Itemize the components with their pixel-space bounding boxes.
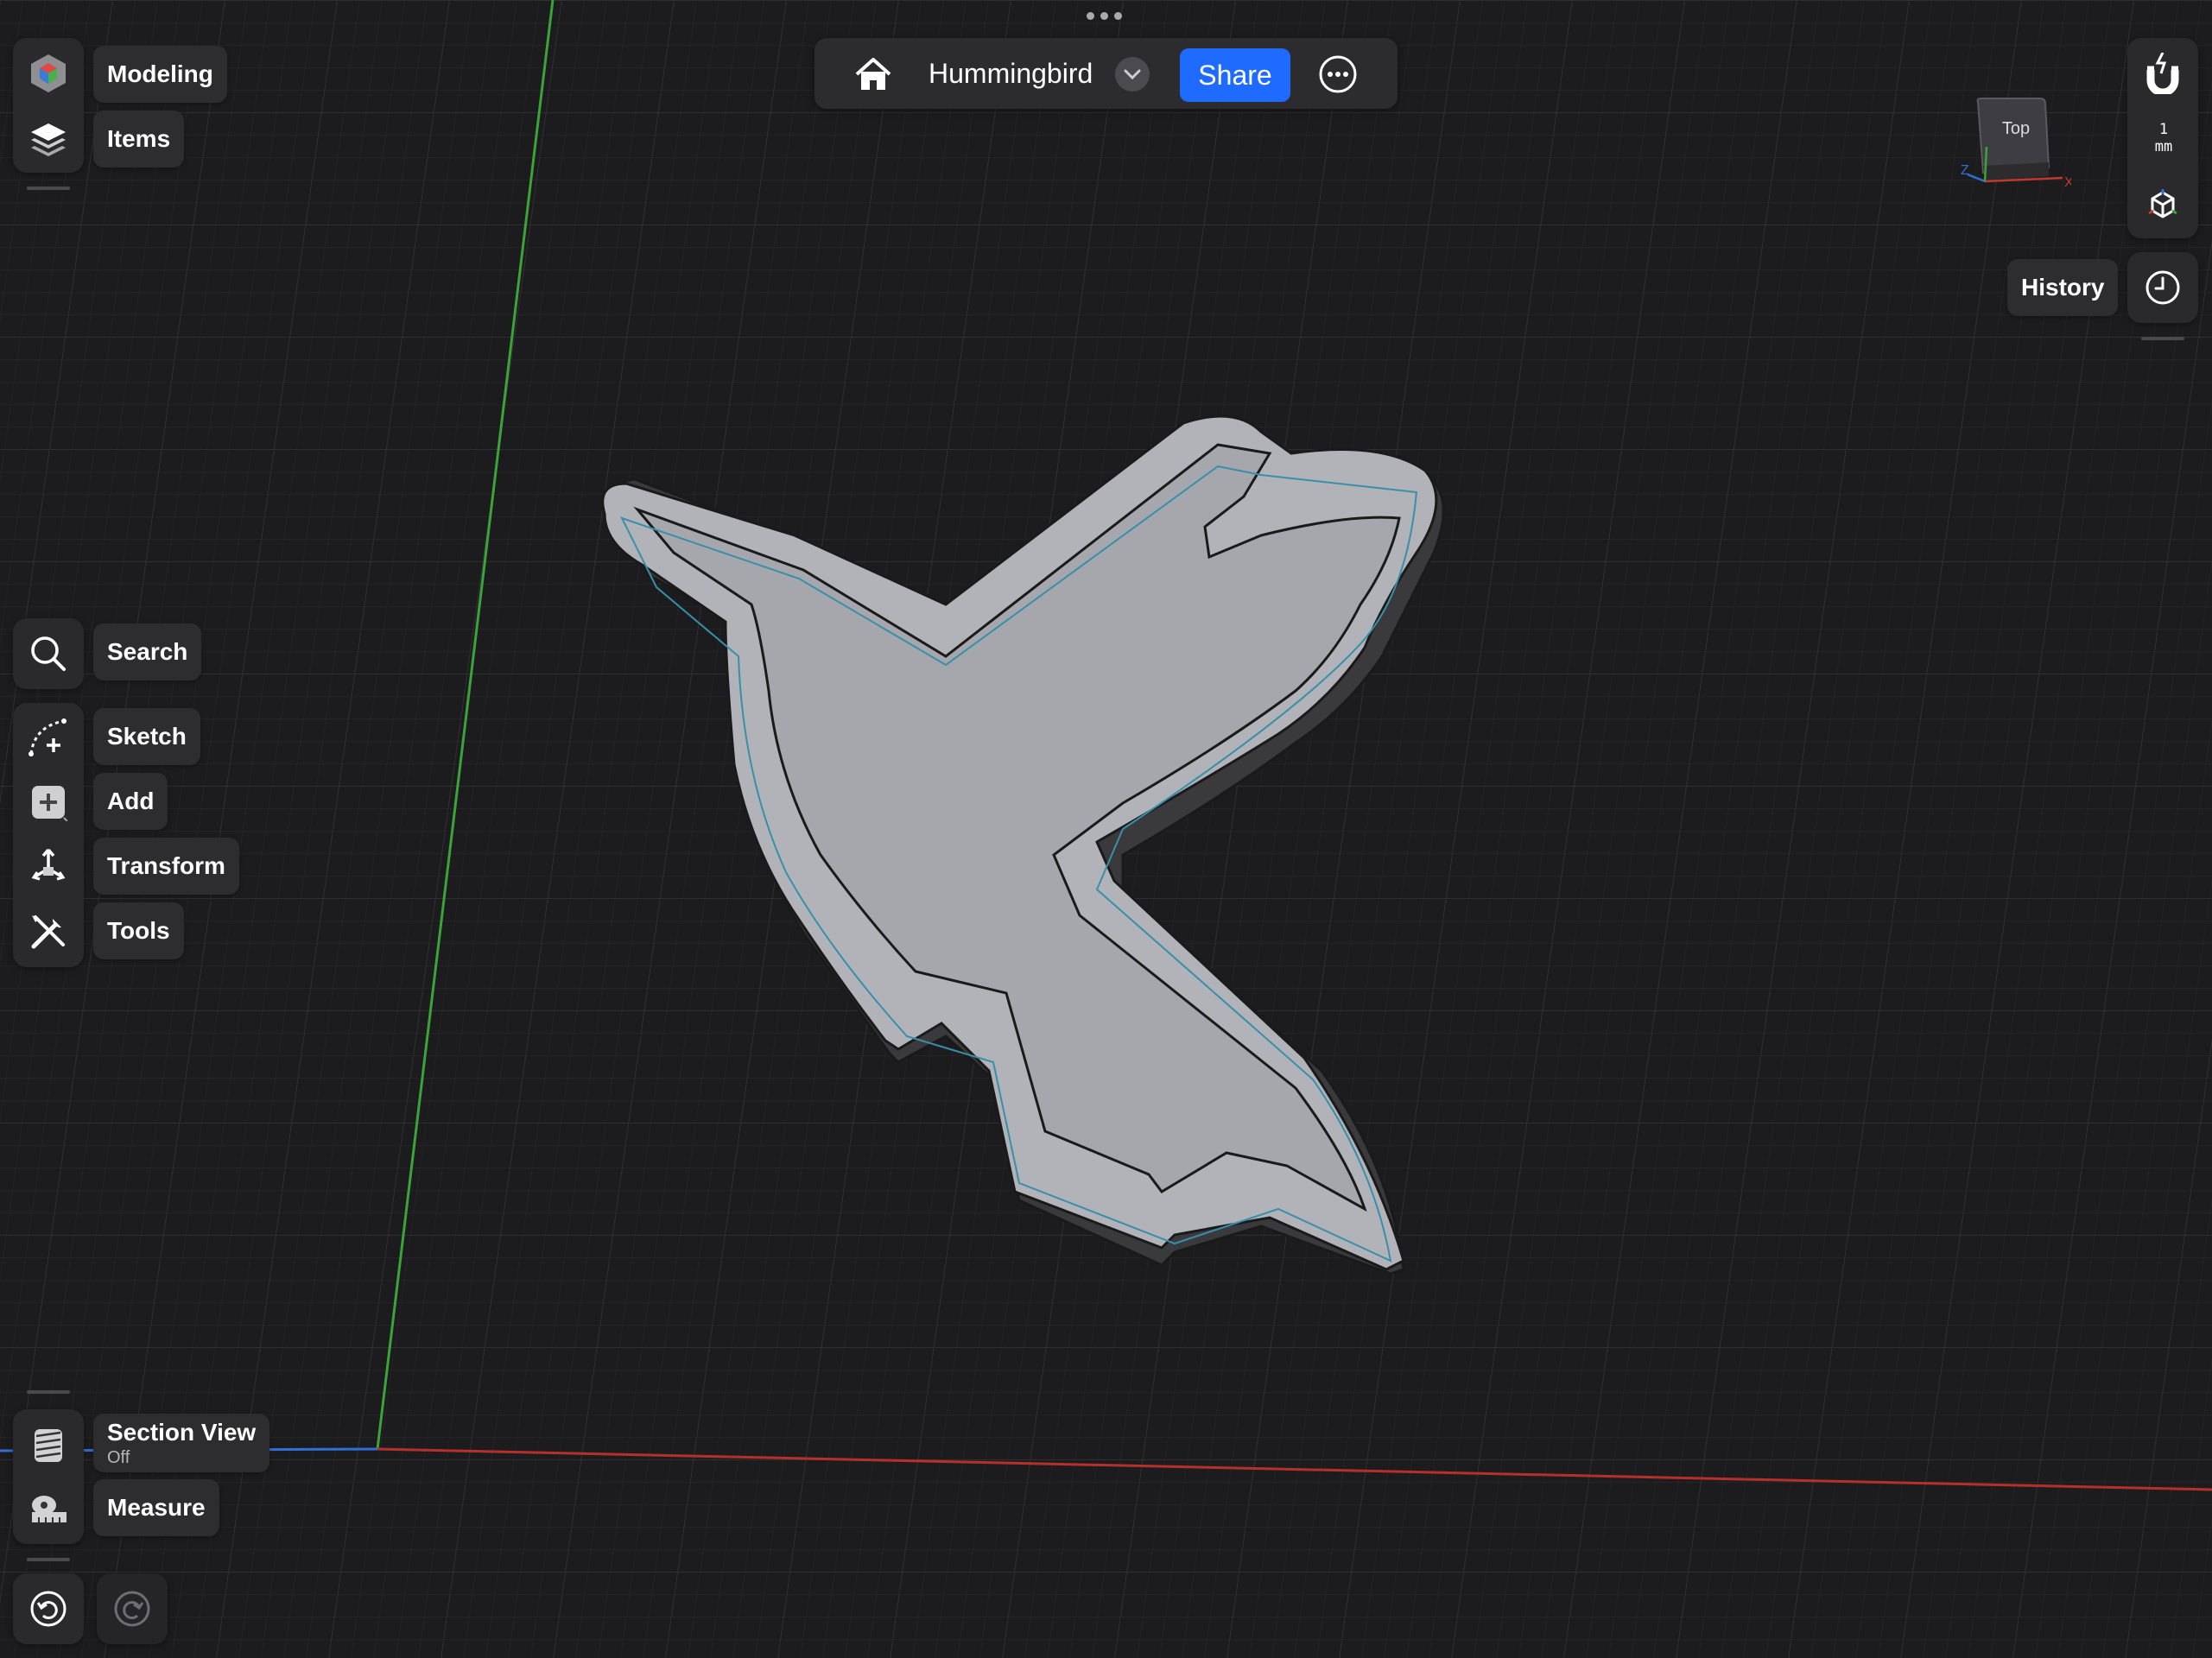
more-button[interactable]	[1318, 54, 1358, 94]
tools-icon	[31, 915, 65, 949]
section-view-icon	[35, 1429, 62, 1462]
title-dropdown-button[interactable]	[1115, 57, 1150, 92]
search-icon	[31, 636, 66, 671]
search-label[interactable]: Search	[93, 623, 202, 680]
home-button[interactable]	[849, 50, 897, 98]
document-title[interactable]: Hummingbird	[929, 38, 1093, 109]
axis-x-label: X	[2064, 175, 2071, 190]
undo-button[interactable]	[18, 1579, 79, 1639]
layers-icon	[31, 123, 66, 156]
items-label[interactable]: Items	[93, 111, 185, 168]
snap-button[interactable]	[2133, 43, 2193, 104]
redo-icon	[114, 1591, 150, 1627]
measure-button[interactable]	[18, 1478, 79, 1539]
grid-scale-readout[interactable]: 1 mm	[2142, 121, 2185, 155]
axis-gizmo-icon	[2148, 189, 2177, 218]
transform-icon	[31, 848, 66, 881]
modeling-label[interactable]: Modeling	[93, 46, 227, 103]
section-view-button[interactable]	[18, 1414, 79, 1475]
grid-scale-unit: mm	[2154, 138, 2173, 155]
home-icon	[855, 58, 891, 90]
sketch-button[interactable]	[18, 706, 79, 767]
sketch-icon	[29, 718, 67, 756]
add-label[interactable]: Add	[93, 773, 168, 830]
separator	[27, 1390, 70, 1394]
undo-icon	[30, 1591, 67, 1627]
separator	[27, 1558, 70, 1561]
add-button[interactable]	[18, 772, 79, 832]
redo-button[interactable]	[102, 1579, 162, 1639]
axis-z-label: Z	[1961, 163, 1969, 178]
search-button[interactable]	[18, 623, 79, 684]
chevron-down-icon	[1124, 69, 1141, 80]
separator	[2141, 337, 2184, 340]
transform-label[interactable]: Transform	[93, 838, 239, 895]
separator	[27, 187, 70, 190]
measure-label[interactable]: Measure	[93, 1479, 219, 1536]
view-cube[interactable]: X Z	[1959, 95, 2074, 190]
transform-button[interactable]	[18, 836, 79, 896]
tools-label[interactable]: Tools	[93, 902, 184, 959]
clock-icon	[2145, 270, 2180, 305]
section-view-title: Section View	[107, 1418, 257, 1446]
tools-button[interactable]	[18, 902, 79, 962]
view-options-button[interactable]	[2133, 174, 2193, 235]
history-button[interactable]	[2133, 257, 2193, 318]
document-toolbar: Hummingbird Share	[814, 38, 1398, 109]
drag-handle[interactable]	[1087, 12, 1126, 22]
magnet-icon	[2146, 53, 2179, 94]
add-icon	[32, 786, 67, 821]
modeling-cube-icon	[31, 54, 66, 92]
section-view-state: Off	[107, 1447, 130, 1467]
view-cube-face-label[interactable]: Top	[1978, 119, 2054, 139]
grid-scale-value: 1	[2158, 121, 2169, 138]
measure-icon	[32, 1496, 67, 1522]
section-view-label[interactable]: Section View Off	[93, 1414, 270, 1472]
modeling-button[interactable]	[18, 43, 79, 104]
share-button[interactable]: Share	[1180, 48, 1290, 102]
items-button[interactable]	[18, 109, 79, 169]
sketch-label[interactable]: Sketch	[93, 708, 200, 765]
viewport-canvas[interactable]	[0, 0, 2212, 1658]
view-cube-graphic: X Z	[1961, 98, 2074, 190]
history-label[interactable]: History	[2007, 259, 2119, 316]
more-icon	[1319, 55, 1357, 93]
